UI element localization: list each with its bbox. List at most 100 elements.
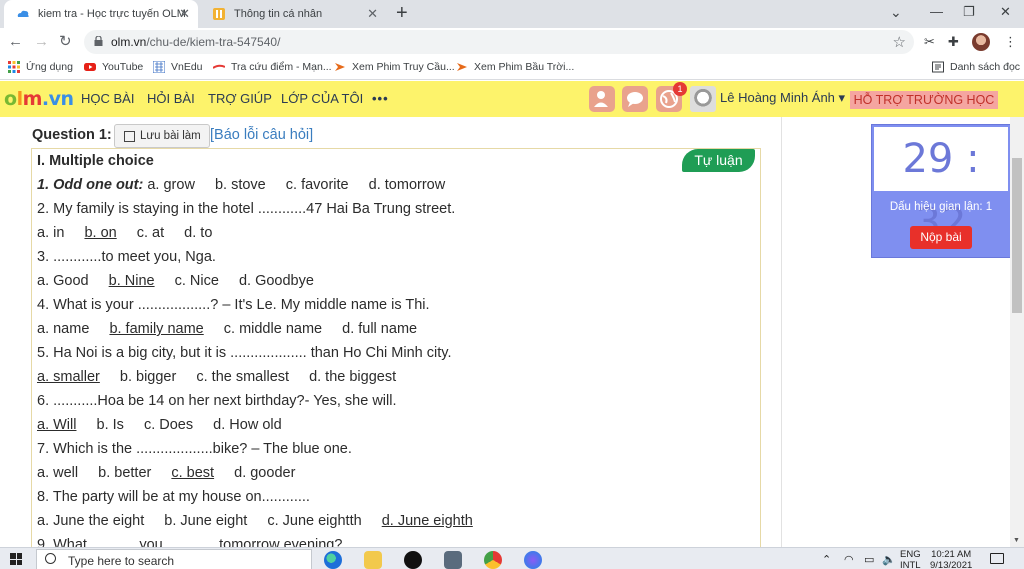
tab-search-icon[interactable]: ⌄	[890, 4, 902, 21]
q8-option-b: b. June eight	[164, 513, 248, 529]
tray-chevron-icon[interactable]: ⌃	[822, 553, 831, 566]
reload-icon[interactable]: ↻	[59, 33, 72, 51]
menu-kebab-icon[interactable]: ⋮	[1004, 34, 1017, 50]
browser-toolbar: ← → ↻ olm.vn/chu-de/kiem-tra-547540/ ☆ ✂…	[0, 28, 1024, 56]
chat-icon[interactable]	[622, 86, 648, 112]
bookmark-apps[interactable]: Ứng dụng	[8, 61, 73, 73]
close-tab-icon[interactable]: ✕	[367, 7, 378, 21]
scroll-down-icon[interactable]: ▼	[1013, 537, 1020, 544]
forward-icon[interactable]: →	[34, 33, 49, 51]
bookmark-label: Xem Phim Truy Cầu...	[352, 61, 455, 73]
windows-start-icon[interactable]	[10, 553, 22, 565]
question-4-options: a. name b. family name c. middle name d.…	[37, 321, 433, 337]
bookmark-film-1[interactable]: Xem Phim Truy Cầu...	[334, 61, 455, 73]
bookmark-film-2[interactable]: Xem Phim Bầu Trời...	[456, 61, 574, 73]
q4-option-b: b. family name	[109, 321, 204, 337]
bookmark-score-lookup[interactable]: Tra cứu điểm - Mạn...	[213, 61, 332, 73]
q3-option-a: a. Good	[37, 273, 89, 289]
bookmark-vnedu[interactable]: VnEdu	[153, 61, 203, 73]
messenger-icon[interactable]	[524, 551, 542, 569]
taskbar-clock[interactable]: 10:21 AM 9/13/2021	[930, 549, 972, 569]
bookmarks-bar: Ứng dụng YouTube VnEdu Tra cứu điểm - Mạ…	[0, 56, 1024, 80]
close-tab-icon[interactable]: ✕	[179, 7, 190, 21]
close-window-icon[interactable]: ✕	[1000, 4, 1011, 20]
notifications-icon[interactable]	[990, 553, 1004, 564]
youtube-icon	[84, 63, 96, 71]
question-4: 4. What is your ..................? – It…	[37, 297, 430, 313]
tab-profile[interactable]: Thông tin cá nhân ✕	[200, 0, 386, 28]
q3-option-d: d. Goodbye	[238, 273, 314, 289]
q2-option-a: a. in	[37, 225, 65, 241]
q2-option-d: d. to	[184, 225, 213, 241]
minimize-icon[interactable]: —	[930, 4, 943, 19]
nav-tro-giup[interactable]: TRỢ GIÚP	[208, 91, 272, 106]
calculator-icon[interactable]	[444, 551, 462, 569]
reading-list-icon	[932, 61, 944, 73]
battery-icon[interactable]: ▭	[864, 553, 874, 566]
film-icon	[335, 63, 345, 71]
bookmark-youtube[interactable]: YouTube	[84, 61, 143, 73]
account-icon[interactable]	[589, 86, 615, 112]
olm-logo[interactable]: olm.vn	[4, 88, 74, 110]
q8-option-c: c. June eightth	[267, 513, 362, 529]
tab-title: kiem tra - Học trực tuyến OLM	[38, 8, 186, 20]
address-bar[interactable]: olm.vn/chu-de/kiem-tra-547540/ ☆	[84, 30, 914, 54]
chrome-icon[interactable]	[484, 551, 502, 569]
new-tab-icon[interactable]: +	[396, 3, 408, 23]
wifi-icon[interactable]: ◠	[844, 553, 854, 566]
q7-option-b: b. better	[98, 465, 152, 481]
q7-option-c: c. best	[171, 465, 215, 481]
language-indicator[interactable]: ENG INTL	[900, 549, 921, 569]
nav-hoi-bai[interactable]: HỎI BÀI	[147, 91, 195, 106]
profile-avatar-icon[interactable]	[972, 33, 990, 51]
q1-option-c: c. favorite	[285, 177, 349, 193]
user-avatar[interactable]	[690, 86, 716, 112]
notification-badge: 1	[673, 82, 687, 96]
extension-icon[interactable]: ✂	[924, 34, 935, 50]
bookmark-label: Tra cứu điểm - Mạn...	[231, 61, 332, 73]
edge-icon[interactable]	[324, 551, 342, 569]
user-menu[interactable]: Lê Hoàng Minh Ánh ▾	[720, 90, 845, 106]
question-8-options: a. June the eight b. June eight c. June …	[37, 513, 489, 529]
q6-option-a: a. Will	[37, 417, 77, 433]
q5-option-c: c. the smallest	[196, 369, 290, 385]
report-error-link[interactable]: [Báo lỗi câu hỏi]	[210, 127, 313, 143]
nav-hoc-bai[interactable]: HỌC BÀI	[81, 91, 134, 106]
user-name: Lê Hoàng Minh Ánh	[720, 90, 835, 105]
q3-option-c: c. Nice	[174, 273, 219, 289]
score-icon	[213, 64, 225, 69]
save-label: Lưu bài làm	[140, 130, 201, 142]
file-explorer-icon[interactable]	[364, 551, 382, 569]
puzzle-extensions-icon[interactable]: ✚	[948, 34, 959, 50]
question-2: 2. My family is staying in the hotel ...…	[37, 201, 456, 217]
q8-option-d: d. June eighth	[381, 513, 473, 529]
q1-stem: 1. Odd one out:	[37, 177, 144, 193]
question-5: 5. Ha Noi is a big city, but it is .....…	[37, 345, 452, 361]
page-favicon-icon	[213, 8, 225, 20]
nav-more[interactable]: •••	[372, 91, 389, 106]
save-disk-icon	[124, 130, 135, 142]
site-header: olm.vn HỌC BÀI HỎI BÀI TRỢ GIÚP LỚP CỦA …	[0, 81, 1024, 176]
tab-olm-test[interactable]: kiem tra - Học trực tuyến OLM ✕	[4, 0, 198, 28]
question-8: 8. The party will be at my house on.....…	[37, 489, 310, 505]
question-6: 6. ...........Hoa be 14 on her next birt…	[37, 393, 397, 409]
question-6-options: a. Will b. Is c. Does d. How old	[37, 417, 298, 433]
reading-list[interactable]: Danh sách đọc	[932, 61, 1020, 73]
submit-button[interactable]: Nộp bài	[910, 226, 972, 249]
back-icon[interactable]: ←	[8, 33, 23, 51]
caret-down-icon: ▾	[838, 90, 846, 105]
scrollbar-thumb[interactable]	[1012, 158, 1022, 313]
bookmark-label: VnEdu	[171, 61, 203, 73]
lang-sub-label: INTL	[900, 560, 921, 569]
save-answers-button[interactable]: Lưu bài làm	[114, 124, 210, 148]
bookmark-label: Xem Phim Bầu Trời...	[474, 61, 575, 73]
tiktok-icon[interactable]	[404, 551, 422, 569]
question-3-options: a. Good b. Nine c. Nice d. Goodbye	[37, 273, 330, 289]
taskbar-search[interactable]: Type here to search	[36, 549, 312, 569]
nav-lop-cua-toi[interactable]: LỚP CỦA TÔI	[281, 91, 363, 106]
restore-icon[interactable]: ❐	[963, 4, 975, 20]
volume-icon[interactable]: 🔈	[882, 553, 896, 566]
bookmark-star-icon[interactable]: ☆	[893, 33, 906, 51]
countdown-timer: 29 : 32	[874, 127, 1008, 246]
support-button[interactable]: HỖ TRỢ TRƯỜNG HỌC	[850, 91, 998, 109]
